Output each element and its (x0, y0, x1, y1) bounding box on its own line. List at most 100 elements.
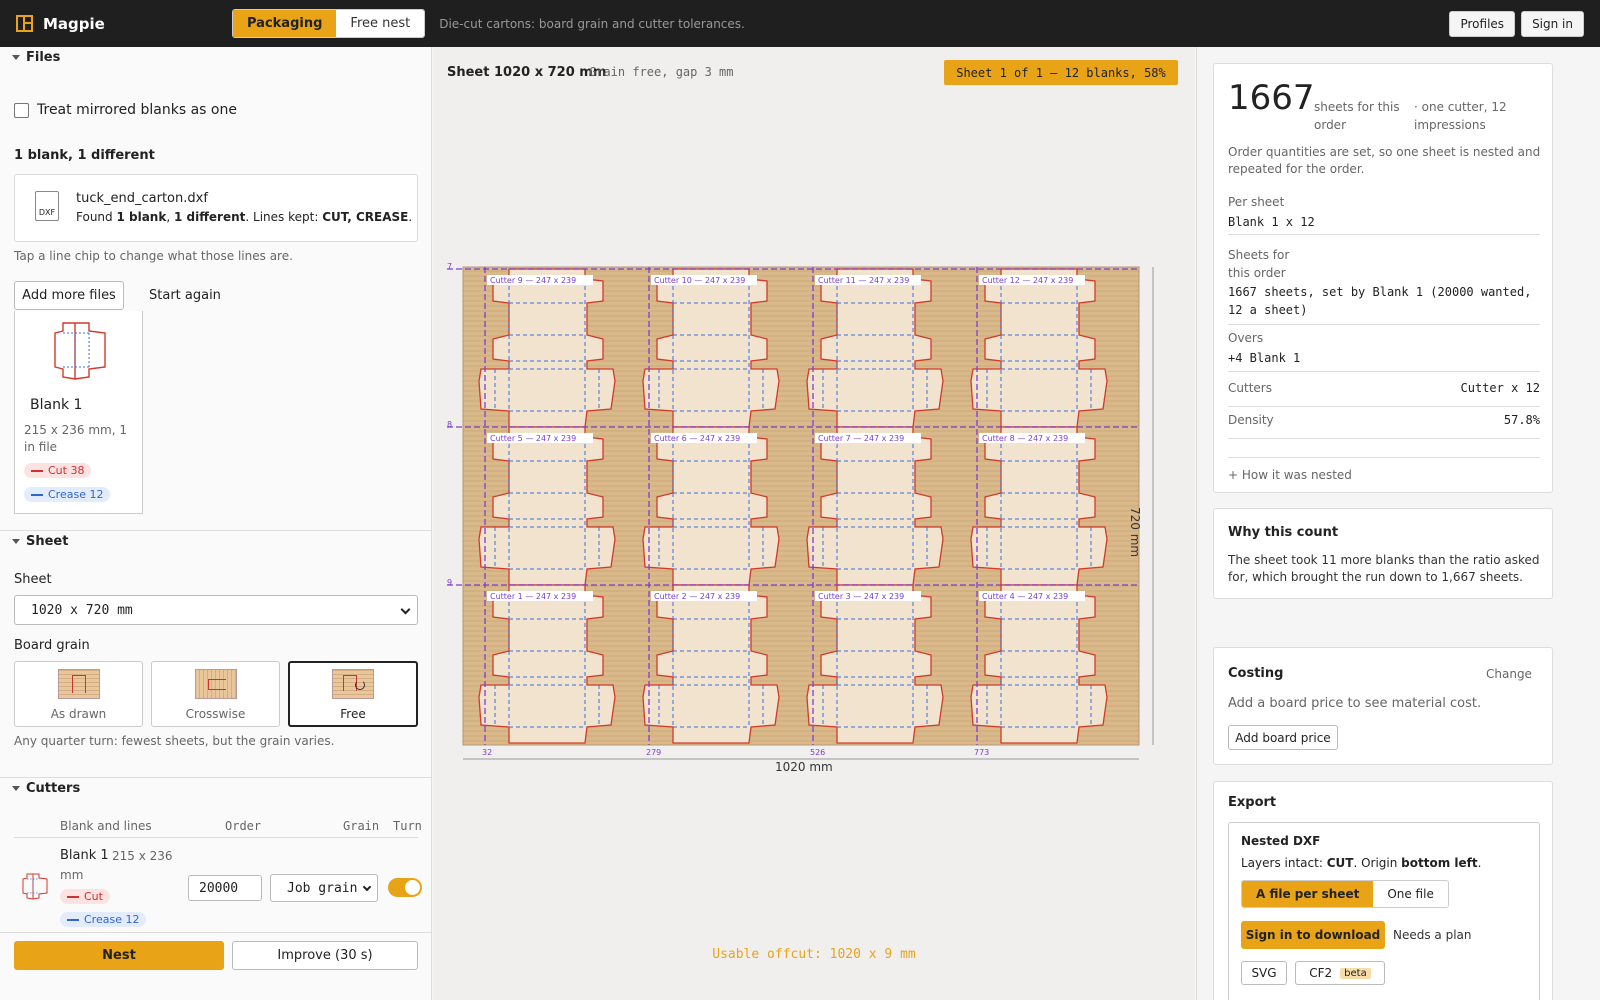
nested-blank[interactable]: Cutter 2 — 247 x 239 (642, 584, 780, 744)
magpie-logo-icon (16, 15, 33, 32)
summary-card: 1667 sheets for this order · one cutter,… (1213, 63, 1553, 493)
col-blank-lines: Blank and lines (60, 819, 152, 833)
crease-chip[interactable]: Crease 12 (60, 912, 147, 927)
top-bar: Magpie Packaging Free nest Die-cut carto… (0, 0, 1600, 47)
cutter-blank-unit: mm (60, 868, 84, 882)
improve-button[interactable]: Improve (30 s) (232, 941, 418, 970)
sheets-order-value: 1667 sheets, set by Blank 1 (20000 wante… (1228, 283, 1540, 325)
cut-outline (478, 584, 616, 744)
costing-change-link[interactable]: Change (1486, 667, 1532, 681)
files-summary: 1 blank, 1 different (14, 148, 155, 163)
how-nested-toggle[interactable]: + How it was nested (1228, 468, 1352, 482)
start-again-link[interactable]: Start again (149, 288, 221, 303)
mode-switch: Packaging Free nest (232, 9, 426, 38)
cut-chip[interactable]: Cut (60, 889, 110, 904)
nested-blank[interactable]: Cutter 3 — 247 x 239 (806, 584, 944, 744)
one-file-option[interactable]: One file (1373, 881, 1448, 907)
mirror-checkbox[interactable] (14, 102, 29, 118)
turn-toggle[interactable] (388, 878, 422, 897)
nested-blank[interactable]: Cutter 5 — 247 x 239 (478, 426, 616, 586)
sheet-field-label: Sheet (14, 572, 52, 587)
sign-in-download-button[interactable]: Sign in to download (1241, 921, 1385, 949)
cut-outline (642, 268, 780, 428)
mode-packaging-button[interactable]: Packaging (233, 10, 337, 37)
cut-outline (642, 426, 780, 586)
cutter-label: Cutter 12 — 247 x 239 (982, 276, 1073, 285)
files-section-header[interactable]: Files (0, 49, 72, 65)
cutter-label: Cutter 10 — 247 x 239 (654, 276, 745, 285)
cutters-row: Cutters Cutter x 12 (1228, 381, 1540, 407)
cutters-section-header[interactable]: Cutters (0, 780, 92, 796)
cut-line-icon (67, 895, 79, 898)
sheet-size-select[interactable]: 1020 x 720 mm (14, 595, 418, 625)
blank-thumbnail-icon (54, 322, 106, 380)
beta-badge: beta (1340, 967, 1371, 979)
cutter-label: Cutter 1 — 247 x 239 (490, 592, 576, 601)
add-board-price-button[interactable]: Add board price (1228, 725, 1338, 750)
nested-blank[interactable]: Cutter 4 — 247 x 239 (970, 584, 1108, 744)
dxf-file-icon: DXF (35, 191, 59, 221)
sheet-section-header[interactable]: Sheet (0, 533, 80, 549)
file-card: DXF tuck_end_carton.dxf Found 1 blank, 1… (14, 174, 418, 242)
crease-line-icon (31, 493, 43, 496)
y-tick-label: 7 (447, 262, 452, 271)
sheet-meta: Grain free, gap 3 mm (589, 65, 734, 79)
cutter-label: Cutter 8 — 247 x 239 (982, 434, 1068, 443)
sheet-height-label: 720 mm (1128, 507, 1142, 558)
cut-outline (478, 426, 616, 586)
right-panel: 1667 sheets for this order · one cutter,… (1196, 47, 1600, 1000)
mode-free-nest-button[interactable]: Free nest (336, 10, 425, 37)
col-turn: Turn (393, 819, 422, 833)
nested-blank[interactable]: Cutter 6 — 247 x 239 (642, 426, 780, 586)
collapse-triangle-icon (12, 538, 20, 544)
file-name: tuck_end_carton.dxf (76, 191, 208, 206)
grain-free-option[interactable]: Free (288, 661, 418, 727)
nested-blank[interactable]: Cutter 8 — 247 x 239 (970, 426, 1108, 586)
grain-as-drawn-option[interactable]: As drawn (14, 661, 143, 727)
blank-card[interactable]: Blank 1 215 x 236 mm, 1 in file Cut 38 C… (14, 311, 143, 514)
nest-sheet-svg[interactable]: Cutter 9 — 247 x 239 Cutter 10 — 247 x 23… (433, 247, 1195, 787)
file-per-sheet-option[interactable]: A file per sheet (1242, 881, 1374, 907)
app-name: Magpie (43, 14, 105, 33)
cutter-label: Cutter 4 — 247 x 239 (982, 592, 1068, 601)
nested-blank[interactable]: Cutter 9 — 247 x 239 (478, 268, 616, 428)
nested-blank[interactable]: Cutter 1 — 247 x 239 (478, 584, 616, 744)
density-label: Density (1228, 413, 1274, 427)
sheet-badge[interactable]: Sheet 1 of 1 — 12 blanks, 58% (944, 60, 1178, 85)
per-sheet-label: Per sheet (1228, 195, 1285, 209)
cut-line-icon (31, 469, 43, 472)
why-title: Why this count (1228, 525, 1339, 540)
app-logo[interactable]: Magpie (16, 15, 216, 33)
why-text: The sheet took 11 more blanks than the r… (1228, 553, 1540, 584)
divider (1228, 448, 1540, 458)
collapse-triangle-icon (12, 54, 20, 60)
plan-note: Needs a plan (1393, 928, 1472, 942)
nested-blank[interactable]: Cutter 7 — 247 x 239 (806, 426, 944, 586)
grain-option-label: As drawn (50, 707, 107, 721)
sheets-count-label: sheets for this order (1314, 100, 1400, 132)
svg-format-button[interactable]: SVG (1241, 961, 1287, 985)
crease-chip[interactable]: Crease 12 (24, 487, 111, 502)
cut-outline (806, 584, 944, 744)
costing-title: Costing (1228, 666, 1284, 681)
cut-chip[interactable]: Cut 38 (24, 463, 92, 478)
order-quantity-input[interactable]: 20000 (188, 875, 262, 901)
nested-blank[interactable]: Cutter 10 — 247 x 239 (642, 268, 780, 428)
y-tick-label: 8 (447, 420, 452, 429)
line-chip-hint: Tap a line chip to change what those lin… (14, 249, 293, 263)
x-tick-label: 279 (646, 748, 661, 757)
nested-blank[interactable]: Cutter 12 — 247 x 239 (970, 268, 1108, 428)
grain-crosswise-option[interactable]: Crosswise (151, 661, 280, 727)
cutter-blank-name: Blank 1 (60, 848, 109, 863)
nested-blank[interactable]: Cutter 11 — 247 x 239 (806, 268, 944, 428)
crease-line-icon (67, 918, 79, 921)
divider (0, 932, 431, 933)
grain-select[interactable]: Job grain (270, 874, 378, 902)
sign-in-button[interactable]: Sign in (1521, 10, 1584, 37)
nest-button[interactable]: Nest (14, 941, 224, 970)
y-tick-label: 9 (447, 578, 452, 587)
add-more-files-button[interactable]: Add more files (14, 281, 124, 310)
cf2-format-button[interactable]: CF2 beta (1295, 961, 1385, 985)
chevron-down-icon (362, 882, 372, 892)
profiles-button[interactable]: Profiles (1449, 10, 1516, 37)
